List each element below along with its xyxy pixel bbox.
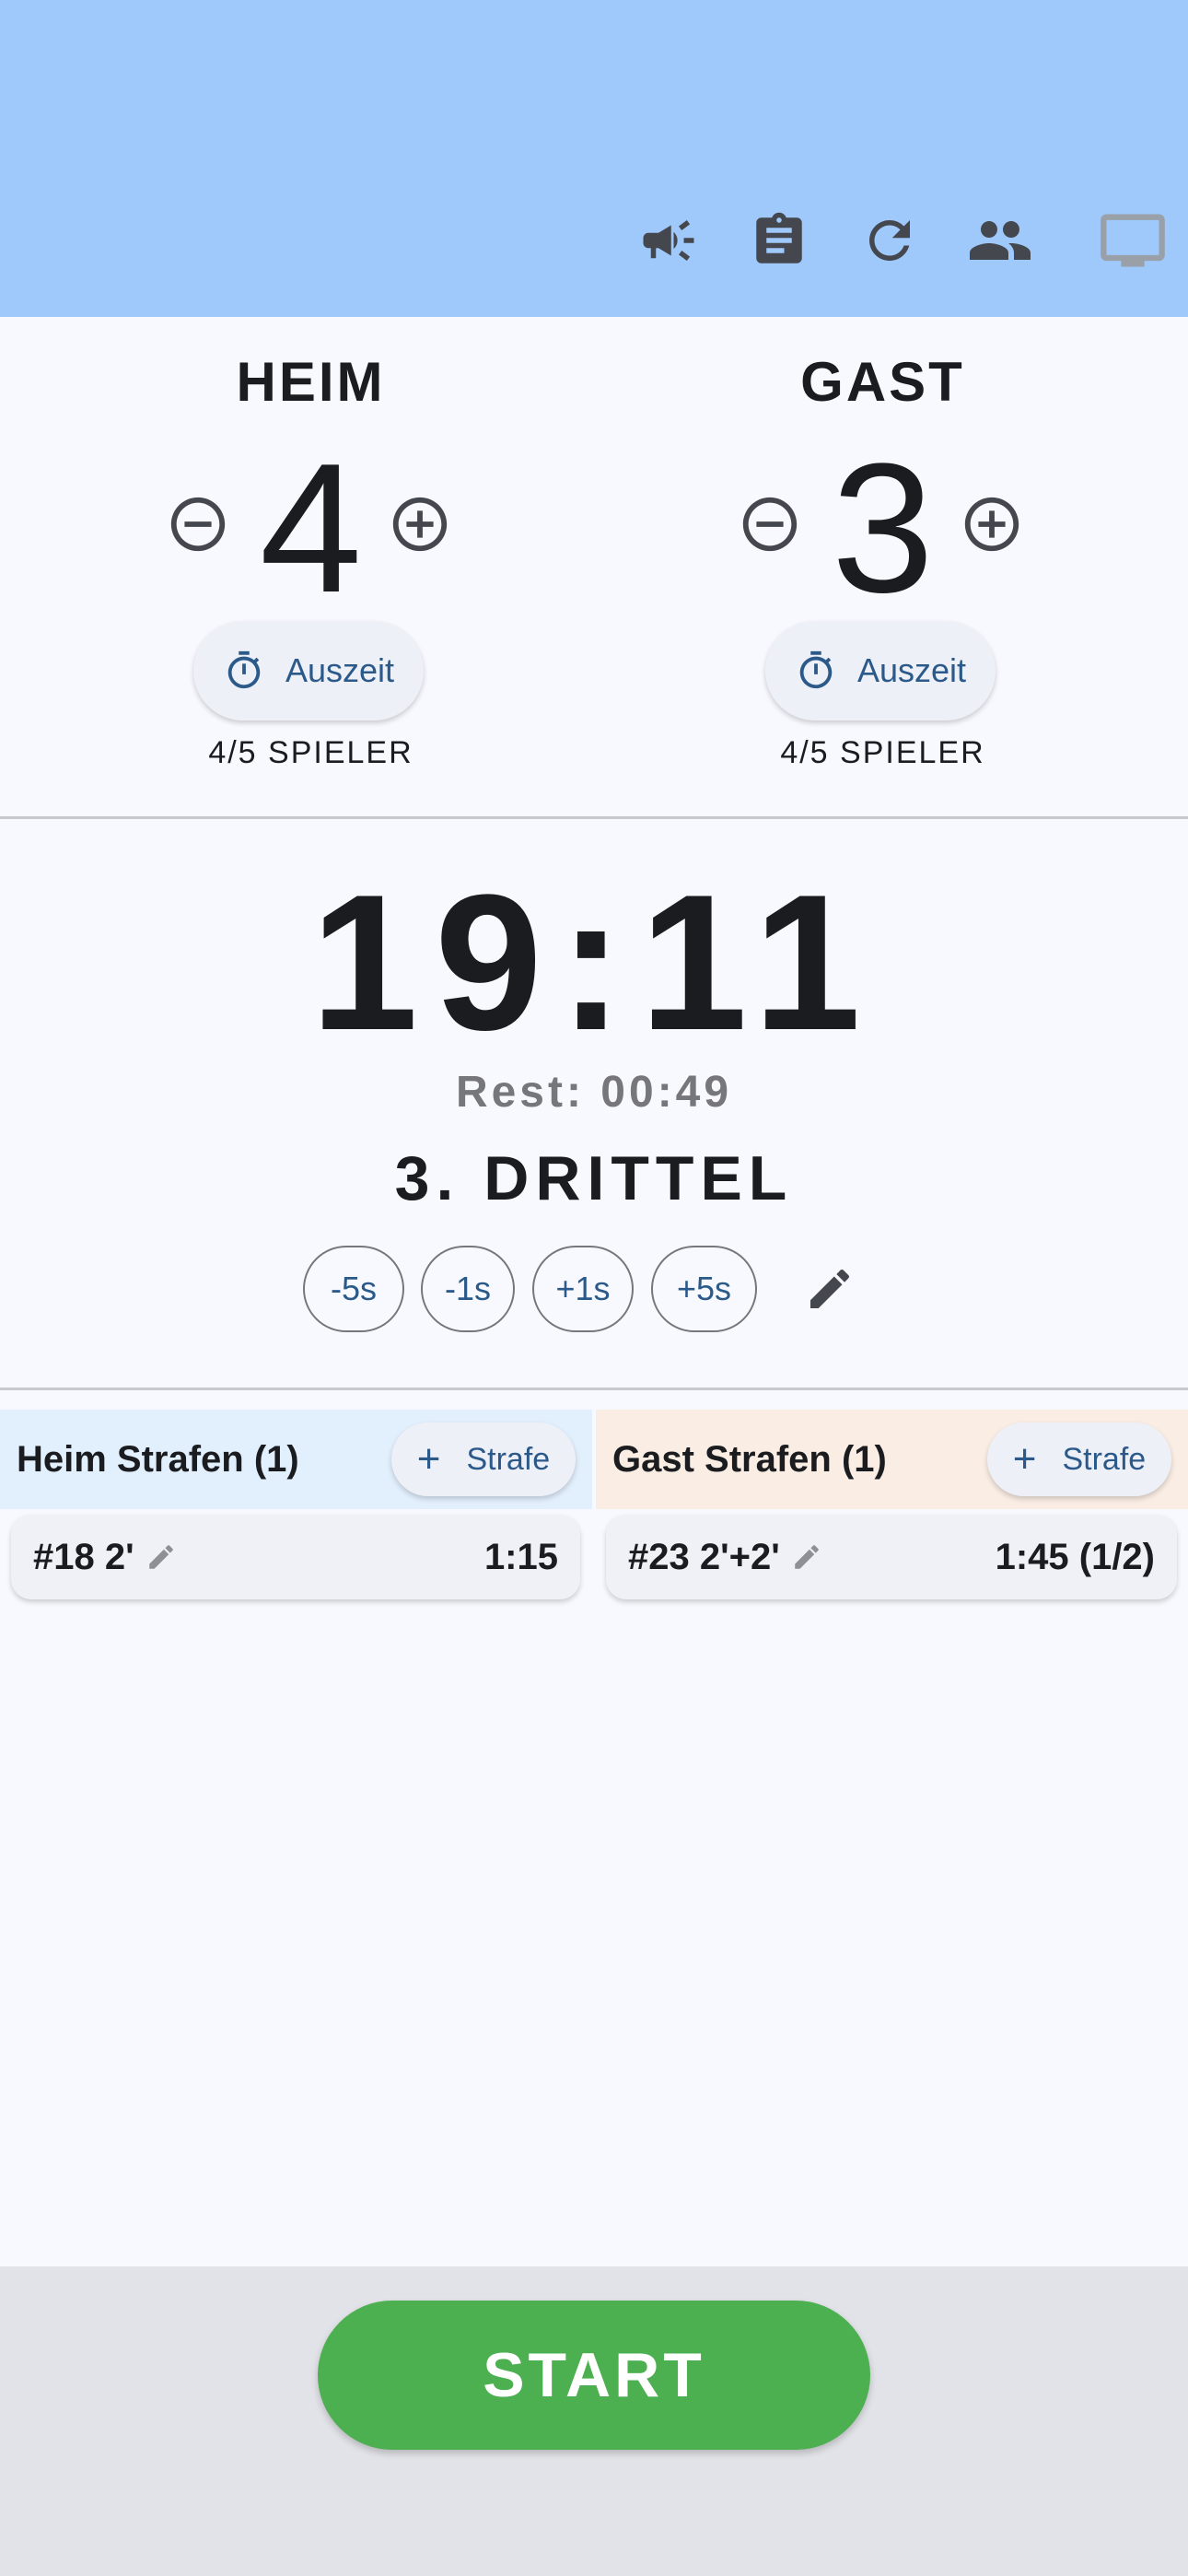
period-label: 3. DRITTEL — [394, 1143, 794, 1213]
remaining-time: Rest: 00:49 — [455, 1068, 733, 1117]
timer-icon — [799, 650, 833, 689]
guest-add-penalty-label: Strafe — [1062, 1441, 1147, 1477]
home-penalties-title: Heim Strafen (1) — [17, 1439, 299, 1480]
clock-minus-5s-button[interactable]: -5s — [303, 1246, 404, 1332]
guest-score-decrease-button[interactable] — [734, 488, 806, 560]
home-penalties-header: Heim Strafen (1) + Strafe — [0, 1410, 592, 1509]
penalty-time: 1:15 — [483, 1537, 558, 1577]
bottom-bar: START — [0, 2266, 1188, 2576]
pencil-icon — [810, 1269, 850, 1308]
plus-circle-icon — [964, 497, 1019, 552]
home-team-name: HEIM — [236, 351, 386, 413]
scoreboard: HEIM 4 Auszeit 4/5 SPIELER GAST 3 Auszei… — [0, 317, 1188, 816]
penalty-time: 1:45 (1/2) — [995, 1537, 1155, 1577]
divider — [0, 816, 1188, 819]
reset-button[interactable] — [845, 196, 934, 285]
pencil-icon[interactable] — [791, 1541, 822, 1573]
home-score: 4 — [259, 426, 363, 631]
clock-minus-1s-button[interactable]: -1s — [421, 1246, 515, 1332]
home-timeout-button[interactable]: Auszeit — [193, 621, 424, 720]
guest-timeout-label: Auszeit — [856, 651, 967, 689]
plus-icon: + — [1012, 1436, 1037, 1481]
pencil-icon[interactable] — [146, 1541, 177, 1573]
guest-score-increase-button[interactable] — [956, 488, 1028, 560]
announce-button[interactable] — [624, 196, 713, 285]
display-button[interactable] — [1089, 196, 1177, 285]
clock-plus-1s-button[interactable]: +1s — [532, 1246, 634, 1332]
players-button[interactable] — [956, 196, 1044, 285]
guest-penalty-item[interactable]: #23 2'+2' 1:45 (1/2) — [606, 1515, 1177, 1599]
guest-score: 3 — [831, 426, 935, 631]
monitor-icon — [1101, 214, 1165, 267]
home-score-increase-button[interactable] — [384, 488, 456, 560]
refresh-icon — [869, 220, 910, 261]
megaphone-icon — [643, 220, 694, 261]
clock-plus-5s-button[interactable]: +5s — [651, 1246, 757, 1332]
home-players-count: 4/5 SPIELER — [208, 735, 413, 770]
guest-players-count: 4/5 SPIELER — [780, 735, 985, 770]
home-add-penalty-label: Strafe — [466, 1441, 551, 1477]
start-button[interactable]: START — [318, 2301, 870, 2450]
home-timeout-label: Auszeit — [285, 651, 395, 689]
people-icon — [970, 221, 1031, 260]
penalty-label: #18 2' — [33, 1536, 134, 1577]
timer-icon — [227, 650, 261, 689]
game-clock: 19:11 — [310, 854, 878, 1071]
protocol-button[interactable] — [735, 196, 823, 285]
app-bar — [0, 0, 1188, 317]
guest-add-penalty-button[interactable]: + Strafe — [987, 1423, 1171, 1496]
plus-circle-icon — [392, 497, 448, 552]
guest-penalties-header: Gast Strafen (1) + Strafe — [596, 1410, 1188, 1509]
guest-penalties-title: Gast Strafen (1) — [612, 1439, 887, 1480]
home-team-panel: HEIM 4 Auszeit 4/5 SPIELER — [14, 317, 608, 816]
minus-circle-icon — [742, 497, 798, 552]
home-penalty-item[interactable]: #18 2' 1:15 — [11, 1515, 580, 1599]
plus-icon: + — [416, 1436, 441, 1481]
edit-clock-button[interactable] — [801, 1260, 858, 1317]
home-score-decrease-button[interactable] — [162, 488, 234, 560]
home-add-penalty-button[interactable]: + Strafe — [391, 1423, 576, 1496]
minus-circle-icon — [170, 497, 226, 552]
divider — [0, 1388, 1188, 1390]
penalty-label: #23 2'+2' — [628, 1536, 780, 1577]
guest-timeout-button[interactable]: Auszeit — [765, 621, 996, 720]
guest-team-panel: GAST 3 Auszeit 4/5 SPIELER — [586, 317, 1180, 816]
guest-team-name: GAST — [800, 351, 965, 413]
clipboard-icon — [756, 212, 802, 263]
